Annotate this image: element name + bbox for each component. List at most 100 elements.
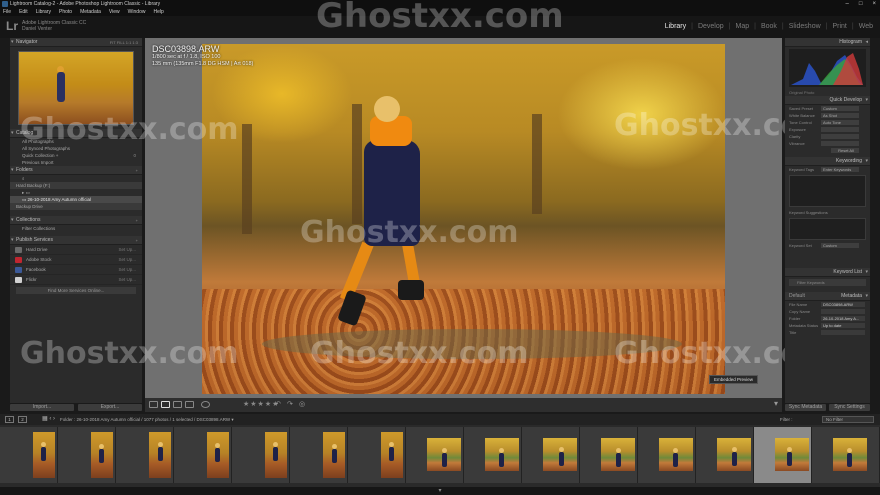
quick-develop-header[interactable]: Quick Develop ▾ — [785, 96, 870, 105]
module-develop[interactable]: Develop — [695, 23, 727, 30]
toolbar-menu-chevron-icon[interactable]: ▾ — [774, 399, 778, 408]
survey-view-icon[interactable] — [185, 401, 194, 408]
filter-collections[interactable]: Filter Collections — [10, 225, 142, 232]
menu-file[interactable]: File — [3, 8, 11, 16]
find-more-services-button[interactable]: Find More Services Online... — [16, 287, 136, 294]
add-collection-icon[interactable]: + — [136, 216, 138, 225]
publish-service-facebook[interactable]: Facebook Set Up... — [10, 265, 142, 275]
primary-display-button[interactable]: 1 — [5, 416, 14, 423]
keyword-set-dropdown[interactable]: Custom — [821, 243, 859, 248]
filter-dropdown[interactable]: No Filter — [822, 416, 874, 423]
loupe-view-icon[interactable] — [161, 401, 170, 408]
service-setup[interactable]: Set Up... — [118, 275, 136, 285]
filmstrip-thumbnail[interactable] — [485, 438, 519, 471]
filmstrip-thumbnail[interactable] — [381, 432, 403, 478]
export-button[interactable]: Export... — [78, 404, 142, 411]
publish-service-hard-drive[interactable]: Hard Drive Set Up... — [10, 245, 142, 255]
metadata-field-value[interactable] — [821, 309, 865, 314]
qd-row-value[interactable]: Custom — [821, 106, 859, 111]
module-slideshow[interactable]: Slideshow — [786, 23, 824, 30]
publish-service-adobe-stock[interactable]: Adobe Stock Set Up... — [10, 255, 142, 265]
filmstrip-cell[interactable] — [522, 427, 580, 483]
metadata-field-value[interactable]: 26-10-2018 Amy A... — [821, 316, 865, 321]
collections-header[interactable]: ▾ Collections + — [10, 216, 142, 225]
filmstrip-thumbnail[interactable] — [427, 438, 461, 471]
publish-service-flickr[interactable]: Flickr Set Up... — [10, 275, 142, 285]
service-setup[interactable]: Set Up... — [118, 255, 136, 265]
catalog-item-previous-import[interactable]: Previous Import — [10, 159, 142, 166]
filmstrip-cell[interactable] — [696, 427, 754, 483]
histogram-header[interactable]: Histogram ◂ — [785, 38, 870, 47]
keyword-list-header[interactable]: Keyword List ▾ — [785, 268, 870, 277]
filmstrip-thumbnail[interactable] — [601, 438, 635, 471]
metadata-field-value[interactable] — [821, 330, 865, 335]
filmstrip-thumbnail[interactable] — [717, 438, 751, 471]
filmstrip-thumbnail[interactable] — [659, 438, 693, 471]
catalog-item-quick-collection[interactable]: Quick Collection + 0 — [10, 152, 142, 159]
import-button[interactable]: Import... — [10, 404, 74, 411]
folder-volume-2[interactable]: Backup Drive — [10, 203, 142, 210]
module-web[interactable]: Web — [856, 23, 876, 30]
qd-row-value[interactable] — [821, 127, 859, 132]
filmstrip-cell[interactable] — [580, 427, 638, 483]
menu-help[interactable]: Help — [153, 8, 163, 16]
rotate-right-icon[interactable]: ↷ — [287, 400, 293, 408]
folder-item-selected[interactable]: ▭ 26-10-2018 Amy Autumn official — [10, 196, 142, 203]
keywording-header[interactable]: Keywording ▾ — [785, 157, 870, 166]
filmstrip-cell[interactable] — [348, 427, 406, 483]
filmstrip-cell[interactable] — [464, 427, 522, 483]
filmstrip-thumbnail[interactable] — [207, 432, 229, 478]
metadata-field-value[interactable]: Up to date — [821, 323, 865, 328]
secondary-display-button[interactable]: 2 — [18, 416, 27, 423]
module-map[interactable]: Map — [732, 23, 752, 30]
filmstrip-cell-selected[interactable] — [754, 427, 812, 483]
service-setup[interactable]: Set Up... — [118, 245, 136, 255]
filmstrip-thumbnail[interactable] — [833, 438, 867, 471]
module-book[interactable]: Book — [758, 23, 780, 30]
service-setup[interactable]: Set Up... — [118, 265, 136, 275]
filmstrip-thumbnail[interactable] — [265, 432, 287, 478]
filmstrip-cell[interactable] — [406, 427, 464, 483]
filmstrip-thumbnail[interactable] — [91, 432, 113, 478]
qd-row-value[interactable]: Auto Tone — [821, 120, 859, 125]
qd-row-value[interactable] — [821, 134, 859, 139]
rotate-left-icon[interactable]: ↶ — [275, 400, 281, 408]
qd-reset-button[interactable]: Reset All — [831, 148, 859, 153]
filmstrip-cell[interactable] — [116, 427, 174, 483]
grid-nav-arrows-icon[interactable]: ▦ ‹ › — [42, 414, 55, 425]
keyword-tags-dropdown[interactable]: Enter Keywords — [821, 167, 859, 172]
minimize-button[interactable]: – — [846, 0, 849, 8]
filmstrip-cell[interactable] — [290, 427, 348, 483]
folders-header[interactable]: ▾ Folders + — [10, 166, 142, 175]
qd-row-value[interactable] — [821, 141, 859, 146]
star-rating[interactable]: ★★★★★ — [243, 400, 279, 408]
add-service-icon[interactable]: + — [136, 236, 138, 245]
add-folder-icon[interactable]: + — [136, 166, 138, 175]
module-library[interactable]: Library — [662, 23, 689, 30]
sync-settings-button[interactable]: Sync Settings — [829, 404, 870, 411]
filmstrip-toggle-icon[interactable]: ▾ — [0, 487, 880, 495]
filmstrip-cell[interactable] — [232, 427, 290, 483]
filmstrip-thumbnail-selected[interactable] — [775, 438, 809, 471]
menu-view[interactable]: View — [109, 8, 120, 16]
filmstrip-thumbnail[interactable] — [323, 432, 345, 478]
filmstrip-cell[interactable] — [58, 427, 116, 483]
filmstrip-thumbnail[interactable] — [543, 438, 577, 471]
folder-volume[interactable]: Hard Backup (F:) — [10, 182, 142, 189]
menu-metadata[interactable]: Metadata — [80, 8, 101, 16]
folder-item[interactable]: ▸ ▭ — [10, 189, 142, 196]
filmstrip-thumbnail[interactable] — [33, 432, 55, 478]
filmstrip-source-path[interactable]: Folder : 26-10-2018 Amy Autumn official … — [60, 414, 234, 425]
maximize-button[interactable]: □ — [859, 0, 863, 8]
navigator-zoom-options[interactable]: FIT FILL 1:1 1:3 — [110, 38, 138, 47]
menu-window[interactable]: Window — [128, 8, 146, 16]
filmstrip-cell[interactable] — [0, 427, 58, 483]
metadata-preset-label[interactable]: Default — [789, 292, 805, 301]
filter-keywords-input[interactable]: Filter Keywords — [789, 279, 866, 286]
close-button[interactable]: × — [872, 0, 876, 8]
folders-search[interactable]: ⌕ — [10, 175, 142, 182]
compare-view-icon[interactable] — [173, 401, 182, 408]
sync-metadata-button[interactable]: Sync Metadata — [785, 404, 826, 411]
publish-services-header[interactable]: ▾ Publish Services + — [10, 236, 142, 245]
menu-library[interactable]: Library — [36, 8, 51, 16]
